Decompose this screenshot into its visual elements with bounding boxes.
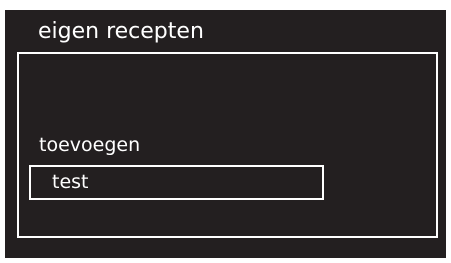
- recipes-screen: eigen recepten toevoegen test: [5, 10, 446, 258]
- menu-item-add[interactable]: toevoegen: [39, 132, 140, 158]
- screen-title: eigen recepten: [38, 19, 204, 44]
- menu-item-test-selected[interactable]: test: [29, 165, 324, 200]
